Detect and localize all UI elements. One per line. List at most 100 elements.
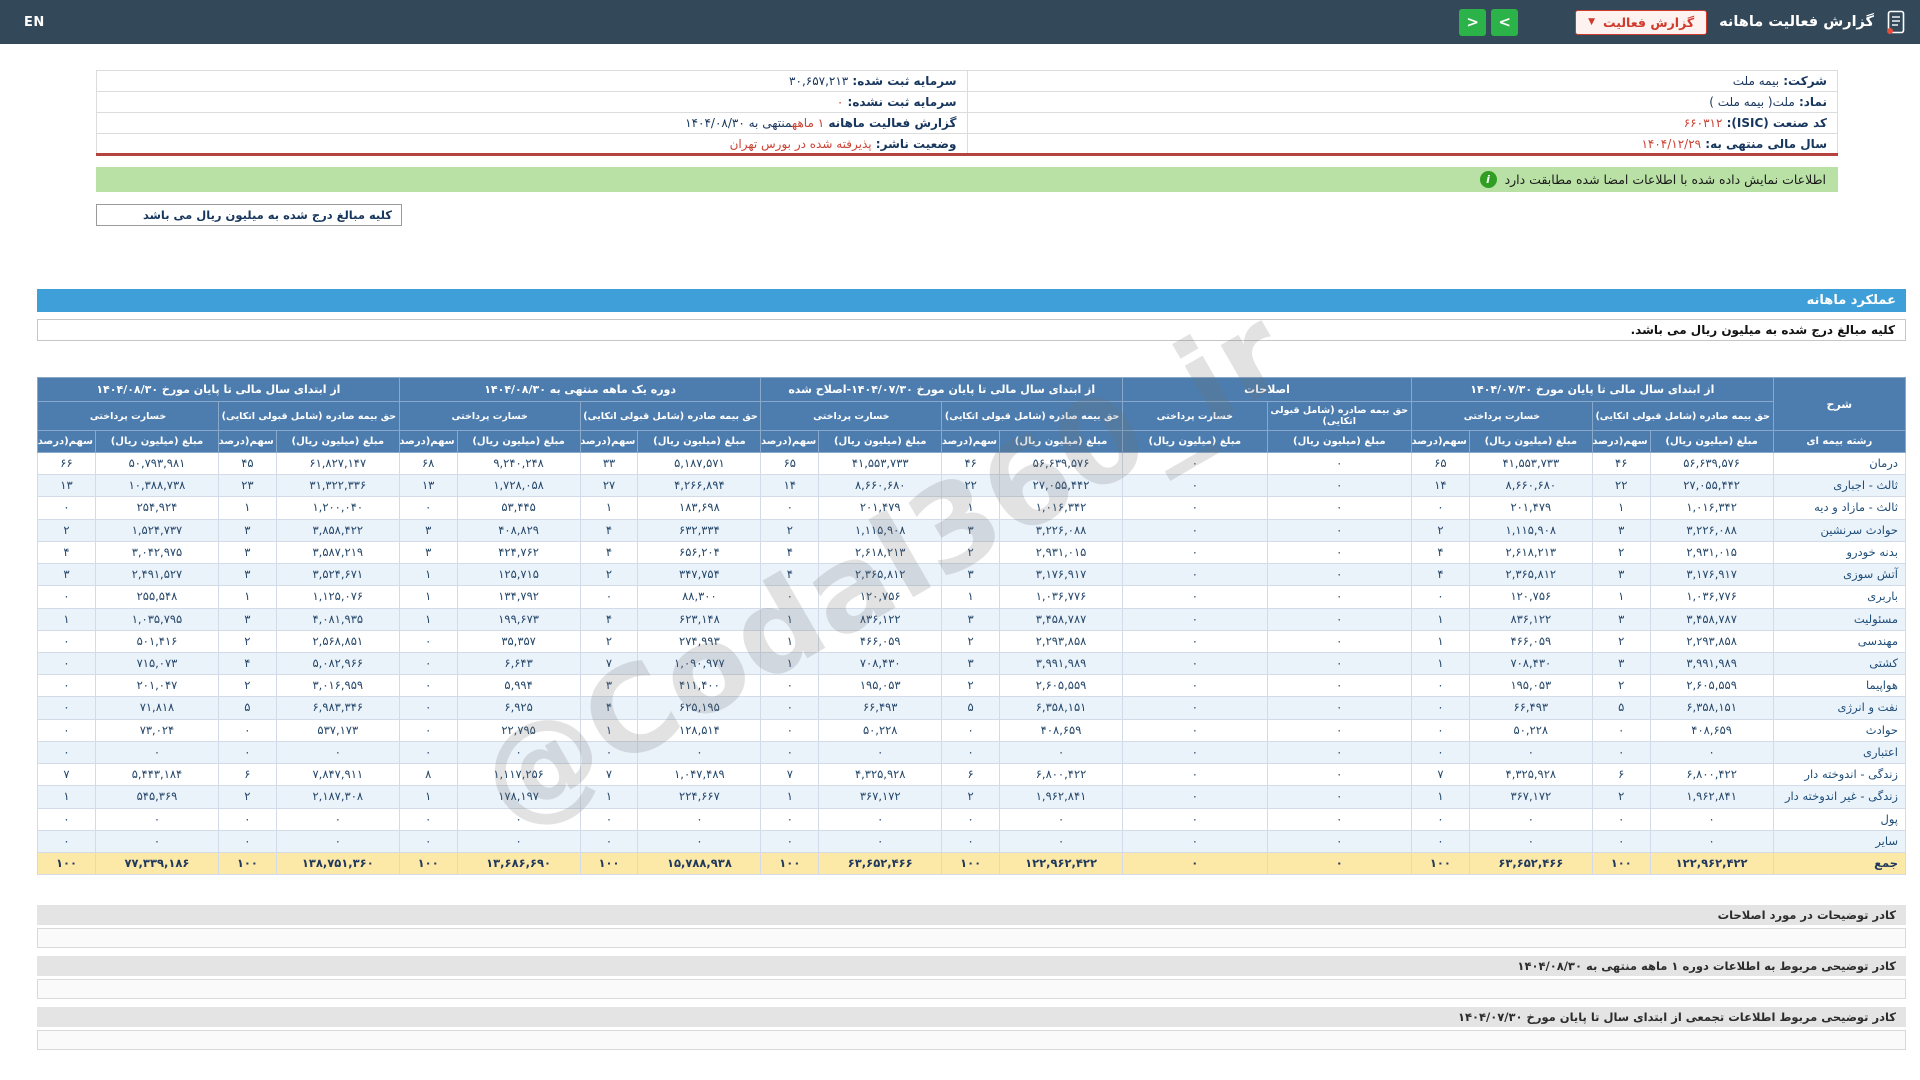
value-cell: ۲۷,۰۵۵,۴۴۲ [999,474,1124,498]
header-share: سهم(درصد) [1411,430,1470,453]
value-cell: ۶,۸۰۰,۴۲۲ [1649,763,1774,787]
header-group-adjustments: اصلاحات [1122,377,1413,402]
value-cell: ۹,۲۴۰,۲۴۸ [456,451,581,476]
header-share: سهم(درصد) [398,430,458,453]
value-cell: ۲ [217,785,277,809]
value-cell: ۲۲۴,۶۶۷ [637,785,762,809]
header-share: سهم(درصد) [760,430,820,453]
value-cell: ۴۱,۵۵۳,۷۳۳ [1468,451,1593,476]
value-cell: ۲,۲۹۳,۸۵۸ [999,629,1124,653]
company-info-cell: شرکت: بیمه ملت [966,70,1838,92]
value-cell: ۰ [94,829,219,853]
nav-prev-button[interactable]: < [1459,8,1487,36]
value-cell: ۰ [1266,740,1413,765]
value-cell: ۰ [1122,496,1268,520]
value-cell: ۰ [1468,829,1593,853]
value-cell: ۴ [217,651,277,676]
company-info-cell: کد صنعت (ISIC): ۶۶۰۳۱۲ [966,112,1838,134]
value-cell: ۳,۴۵۸,۷۸۷ [999,607,1124,631]
value-cell: ۰ [1468,740,1593,765]
insurance-line-row: ثالث - اجباری ۲۷,۰۵۵,۴۴۲ ۲۲ ۸,۶۶۰,۶۸۰ ۱۴ ۰ ۰ ۲۷… [37,474,1907,498]
value-cell: ۰ [579,829,639,853]
value-cell: ۰ [398,807,458,831]
insurance-line-row: حوادث ۴۰۸,۶۵۹ ۰ ۵۰,۲۲۸ ۰ ۰ ۰ ۴۰۸,۶۵۹ ۰ ۵۰,۲۲۸ ۰ ۱۲۸… [37,718,1907,742]
value-cell: ۱ [1411,607,1470,631]
value-cell: ۰ [1266,851,1413,876]
value-cell: ۷۱,۸۱۸ [94,696,219,720]
value-cell: ۱ [37,607,96,631]
topbar-right-group: گزارش فعالیت ماهانه گزارش فعالیت ▼ > < [1459,8,1906,36]
value-cell: ۴ [579,540,639,565]
value-cell: ۰ [217,740,277,765]
value-cell: ۲ [760,518,820,542]
value-cell: ۰ [818,740,943,765]
value-cell: ۷ [1411,763,1470,787]
value-cell: ۶۳۲,۳۳۴ [637,518,762,542]
topbar: گزارش فعالیت ماهانه گزارش فعالیت ▼ > < E… [0,0,1920,44]
company-info-cell: سرمایه ثبت شده: ۳۰,۶۵۷,۲۱۳ [96,70,968,92]
value-cell: ۲ [941,540,1001,565]
value-cell: ۵۰,۷۹۳,۹۸۱ [94,451,219,476]
value-cell: ۳ [217,540,277,565]
value-cell: ۳ [941,607,1001,631]
company-info-row: سال مالی منتهی به: ۱۴۰۴/۱۲/۲۹ وضعیت ناشر:… [96,133,1838,155]
value-cell: ۱۵,۷۸۸,۹۳۸ [637,851,762,876]
value-cell: ۰ [37,829,96,853]
nav-next-button[interactable]: > [1491,8,1519,36]
value-cell: ۴۶۶,۰۵۹ [818,629,943,653]
value-cell: ۰ [760,585,820,609]
value-cell: ۰ [760,496,820,520]
header-sub-claims: خسارت پرداختی [37,401,219,431]
value-cell: ۵۰,۲۲۸ [1468,718,1593,742]
info-label: گزارش فعالیت ماهانه [824,116,957,130]
report-nav-buttons: > < [1459,8,1519,36]
value-cell: ۴ [579,518,639,542]
header-sub-premium: حق بیمه صادره (شامل قبولی اتکایی) [941,401,1124,431]
value-cell: ۶۵ [1411,451,1470,476]
value-cell: ۱۴ [1411,474,1470,498]
value-cell: ۴ [37,540,96,565]
value-cell: ۲۵۵,۵۴۸ [94,585,219,609]
value-cell: ۰ [637,807,762,831]
value-cell: ۱ [1411,629,1470,653]
value-cell: ۲۲ [1591,474,1651,498]
insurance-line-name: پول [1772,807,1907,831]
value-cell: ۰ [217,718,277,742]
value-cell: ۰ [275,740,400,765]
value-cell: ۱,۰۳۵,۷۹۵ [94,607,219,631]
header-amount: مبلغ (میلیون ریال) [456,430,581,453]
company-info-cell: سرمایه ثبت نشده: ۰ [96,91,968,113]
info-value-suffix: منتهی به ۱۴۰۴/۰۸/۳۰ [685,116,792,130]
info-label: شرکت: [1779,74,1827,88]
language-toggle-en[interactable]: EN [24,15,45,30]
value-cell: ۰ [760,718,820,742]
value-cell: ۰ [637,740,762,765]
value-cell: ۰ [1591,807,1651,831]
insurance-line-name: سایر [1772,829,1907,853]
value-cell: ۴,۰۸۱,۹۳۵ [275,607,400,631]
report-type-dropdown[interactable]: گزارش فعالیت ▼ [1575,9,1708,35]
header-amount: مبلغ (میلیون ریال) [1122,430,1268,453]
value-cell: ۰ [1649,829,1774,853]
header-amount: مبلغ (میلیون ریال) [1649,430,1774,453]
value-cell: ۰ [1411,829,1470,853]
value-cell: ۰ [760,674,820,698]
value-cell: ۶۶,۴۹۳ [818,696,943,720]
value-cell: ۵ [1591,696,1651,720]
value-cell: ۲۵۴,۹۲۴ [94,496,219,520]
value-cell: ۰ [1266,718,1413,742]
value-cell: ۳,۰۱۶,۹۵۹ [275,674,400,698]
value-cell: ۳۳ [579,451,639,476]
value-cell: ۵ [941,696,1001,720]
value-cell: ۳۶۷,۱۷۲ [818,785,943,809]
value-cell: ۳,۲۲۶,۰۸۸ [1649,518,1774,542]
value-cell: ۶,۳۵۸,۱۵۱ [1649,696,1774,720]
value-cell: ۱۰,۳۸۸,۷۳۸ [94,474,219,498]
value-cell: ۳ [217,563,277,587]
value-cell: ۴ [579,607,639,631]
signature-match-notice: اطلاعات نمایش داده شده با اطلاعات امضا ش… [96,167,1838,192]
value-cell: ۶,۳۵۸,۱۵۱ [999,696,1124,720]
value-cell: ۱,۰۱۶,۳۴۲ [999,496,1124,520]
value-cell: ۰ [456,829,581,853]
value-cell: ۰ [1411,674,1470,698]
